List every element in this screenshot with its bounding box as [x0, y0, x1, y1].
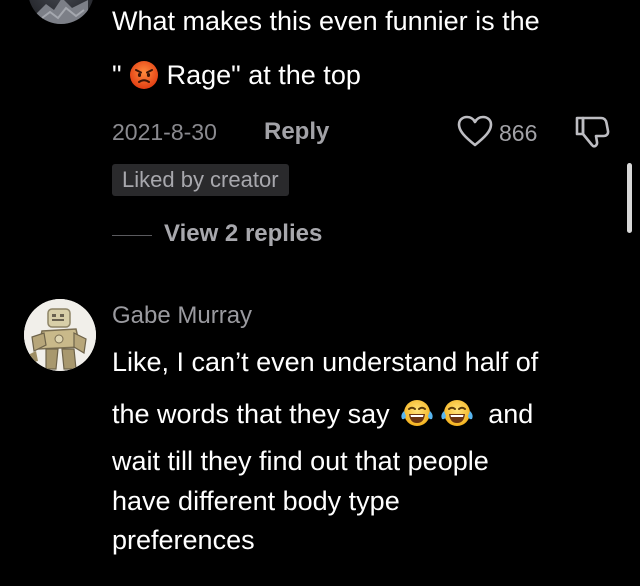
- angry-face-icon: [129, 59, 159, 103]
- comment-text-line-3: wait till they find out that people: [112, 446, 489, 476]
- comment-text-line-5: preferences: [112, 525, 255, 555]
- like-button[interactable]: [456, 114, 494, 153]
- tears-of-joy-icon: [397, 397, 441, 442]
- thumbs-down-icon: [572, 116, 612, 154]
- scrollbar-thumb[interactable]: [627, 163, 632, 233]
- comment-text-line-2: the words that they say and: [112, 392, 533, 442]
- comment-text-line-1: What makes this even funnier is the: [112, 6, 540, 36]
- commenter-username[interactable]: Gabe Murray: [112, 302, 252, 330]
- like-count: 866: [499, 120, 538, 146]
- dislike-button[interactable]: [572, 114, 612, 155]
- comment-text-rest: Rage" at the top: [166, 60, 361, 90]
- commenter-avatar[interactable]: [24, 299, 96, 371]
- comment-text-segment: and: [488, 399, 534, 429]
- comment-text-line-4: have different body type: [112, 486, 400, 516]
- liked-by-creator-badge: Liked by creator: [112, 164, 289, 196]
- view-replies-button[interactable]: View 2 replies: [164, 220, 322, 248]
- comment-text-segment: the words that they say: [112, 399, 390, 429]
- commenter-avatar[interactable]: [28, 0, 94, 24]
- comment-date: 2021-8-30: [112, 119, 217, 145]
- tears-of-joy-icon: [437, 397, 481, 442]
- robot-avatar-icon: [24, 299, 96, 371]
- replies-divider: [112, 235, 152, 236]
- opening-quote: ": [112, 60, 122, 90]
- comment-text-line-2: " Rage" at the top: [112, 53, 361, 103]
- reply-button[interactable]: Reply: [264, 118, 329, 146]
- heart-icon: [456, 115, 494, 152]
- comment-text-line-1: Like, I can’t even understand half of: [112, 347, 539, 377]
